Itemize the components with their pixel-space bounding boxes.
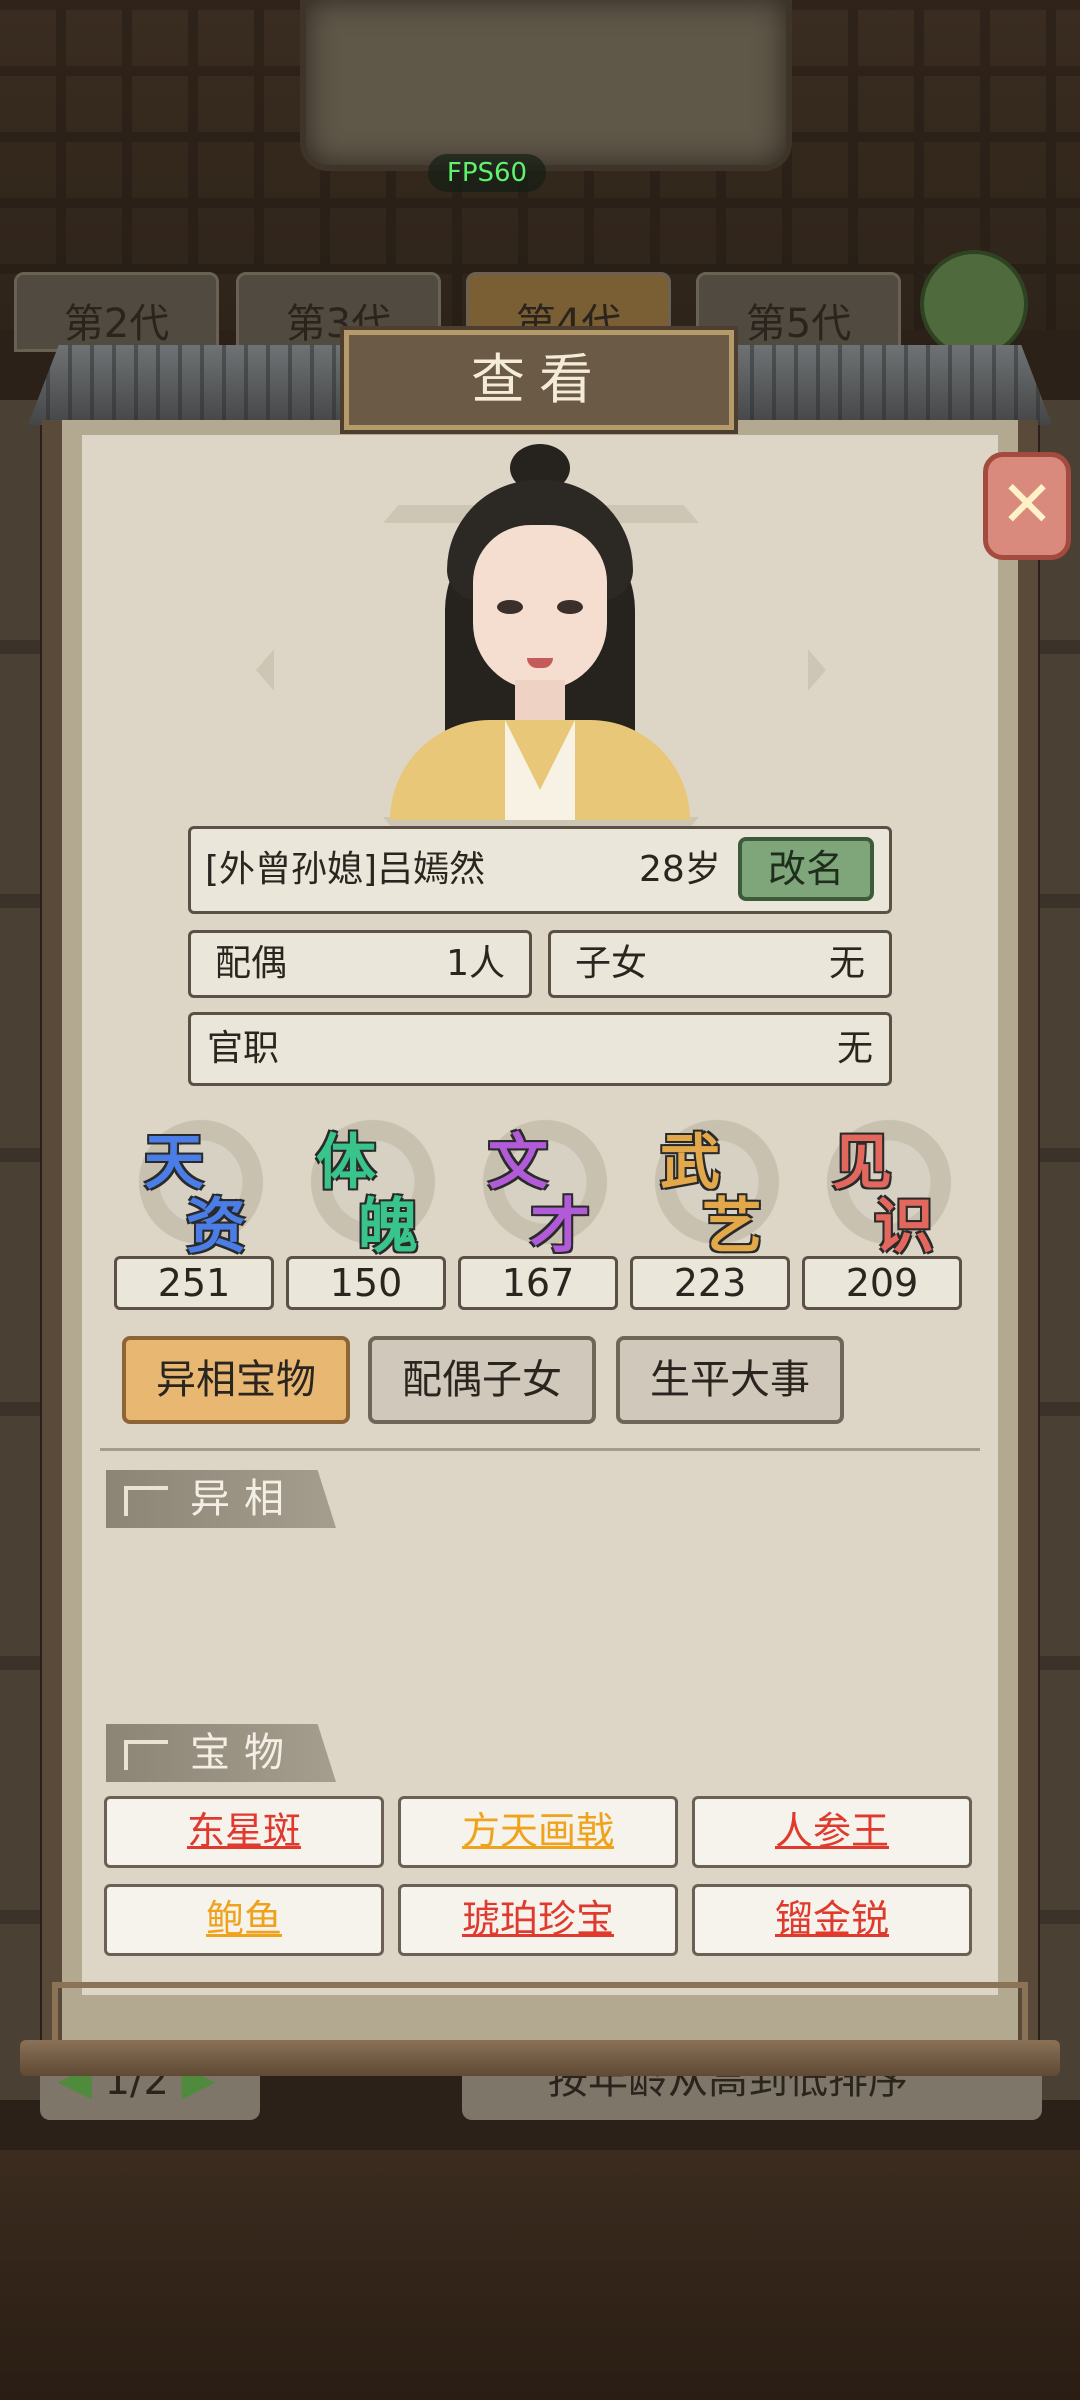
rename-button[interactable]: 改名	[738, 837, 874, 901]
section-traits-title: 异相	[190, 1476, 298, 1522]
office-value: 无	[836, 1028, 873, 1069]
left-rail	[0, 400, 40, 2100]
fps-counter: FPS60	[428, 154, 546, 192]
treasure-item[interactable]: 镏金锐	[692, 1884, 972, 1956]
treasure-item[interactable]: 方天画戟	[398, 1796, 678, 1868]
stat-value-4: 209	[802, 1256, 962, 1310]
spouse-label: 配偶	[215, 943, 288, 984]
divider	[100, 1448, 980, 1451]
stat-value-2: 167	[458, 1256, 618, 1310]
tab-traits-treasures[interactable]: 异相宝物	[122, 1336, 350, 1424]
stat-label-2: 文才	[470, 1112, 620, 1262]
character-age: 28岁	[639, 849, 721, 890]
tab-spouse-children[interactable]: 配偶子女	[368, 1336, 596, 1424]
stat-label-1: 体魄	[298, 1112, 448, 1262]
section-treasures: 宝物	[106, 1724, 336, 1782]
stat-label-3: 武艺	[642, 1112, 792, 1262]
stat-label-4: 见识	[814, 1112, 964, 1262]
children-row: 子女 无	[548, 930, 892, 998]
character-portrait	[385, 440, 695, 820]
stat-value-3: 223	[630, 1256, 790, 1310]
right-rail	[1040, 400, 1080, 2100]
spouse-row: 配偶 1人	[188, 930, 532, 998]
panel-title: 查看	[471, 348, 607, 411]
treasure-item[interactable]: 人参王	[692, 1796, 972, 1868]
wall-painting	[300, 0, 792, 171]
character-name: [外曾孙媳]吕嫣然	[205, 849, 486, 890]
tab-life-events[interactable]: 生平大事	[616, 1336, 844, 1424]
treasure-item[interactable]: 琥珀珍宝	[398, 1884, 678, 1956]
tab-generation-2[interactable]: 第2代	[14, 272, 219, 352]
close-icon: ✕	[1000, 468, 1054, 542]
children-value: 无	[828, 943, 865, 984]
panel-bottom-frame	[52, 1982, 1028, 2042]
stat-label-0: 天资	[126, 1112, 276, 1262]
close-button[interactable]: ✕	[983, 452, 1071, 560]
section-treasures-title: 宝物	[190, 1730, 298, 1776]
treasure-item[interactable]: 东星斑	[104, 1796, 384, 1868]
office-row: 官职 无	[188, 1012, 892, 1086]
children-label: 子女	[575, 943, 648, 984]
office-label: 官职	[207, 1028, 280, 1069]
section-icon	[124, 1740, 168, 1770]
spouse-value: 1人	[446, 943, 505, 984]
back-arrow-icon[interactable]	[920, 250, 1028, 358]
stat-value-0: 251	[114, 1256, 274, 1310]
panel-bottom-beam	[20, 2040, 1060, 2076]
stat-value-1: 150	[286, 1256, 446, 1310]
section-traits: 异相	[106, 1470, 336, 1528]
section-icon	[124, 1486, 168, 1516]
floor	[0, 2150, 1080, 2400]
treasure-item[interactable]: 鲍鱼	[104, 1884, 384, 1956]
